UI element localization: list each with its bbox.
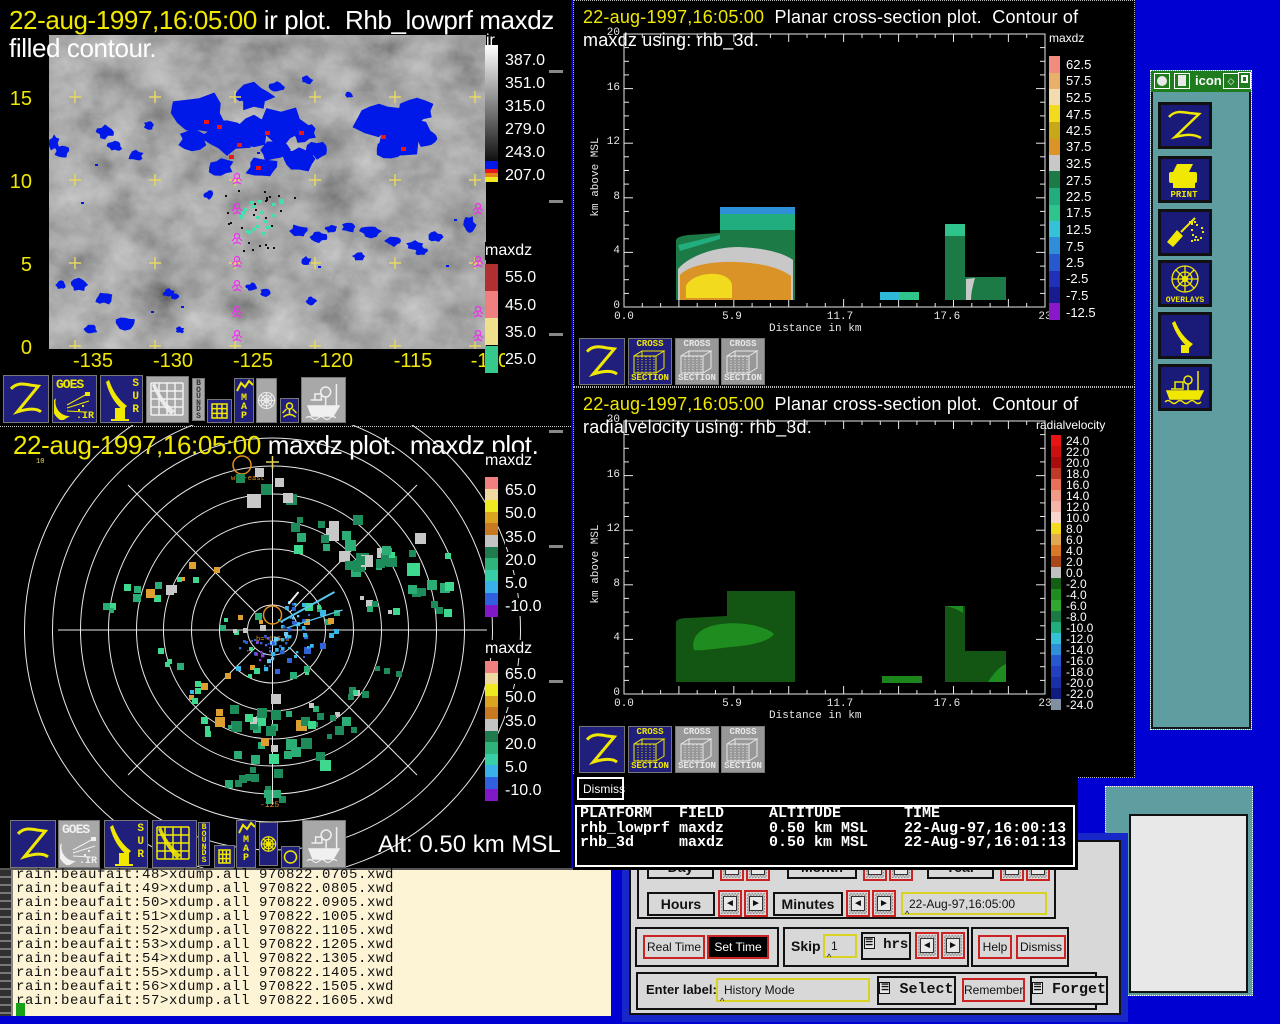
svg-text:PRINT: PRINT — [1170, 190, 1198, 200]
svg-text:OVERLAYS: OVERLAYS — [1166, 296, 1205, 304]
